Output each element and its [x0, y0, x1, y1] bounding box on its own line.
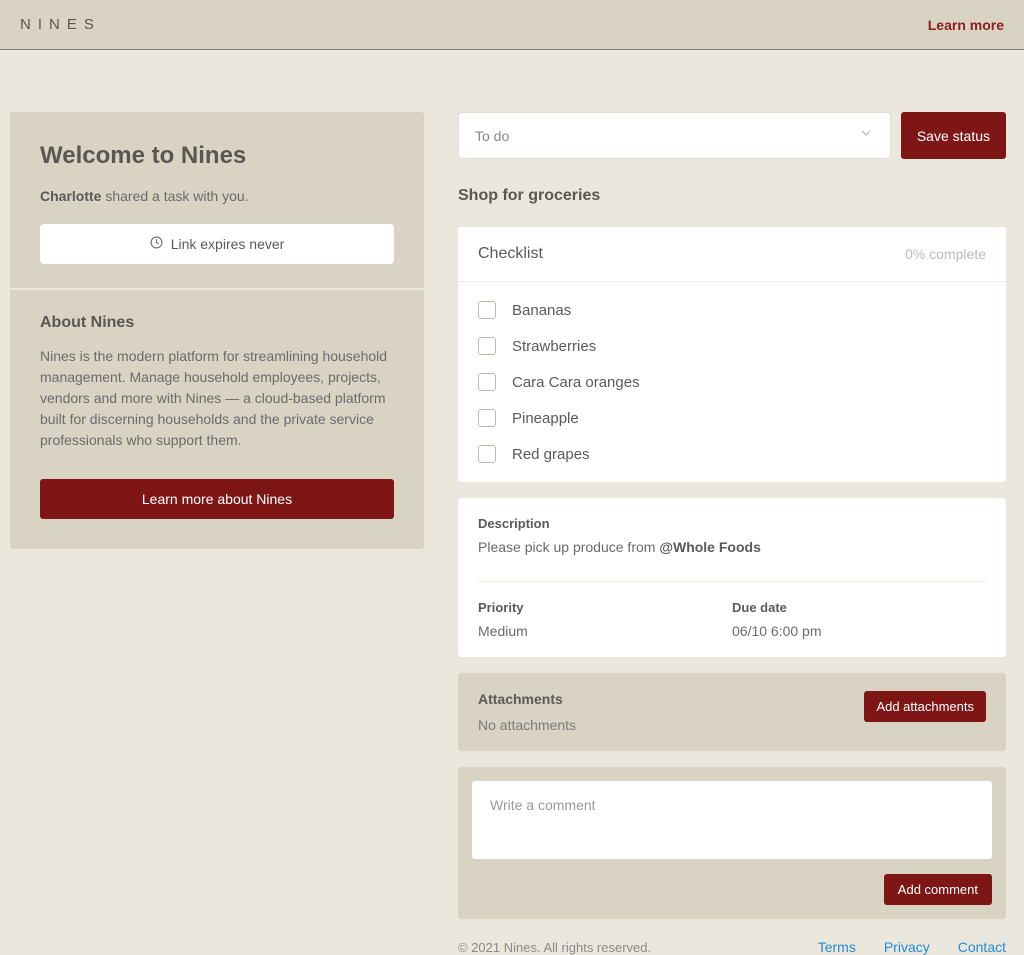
- status-select-value: To do: [475, 128, 509, 144]
- checkbox[interactable]: [478, 373, 496, 391]
- due-date-label: Due date: [732, 600, 986, 615]
- learn-more-link[interactable]: Learn more: [928, 17, 1004, 33]
- attachments-label: Attachments: [478, 691, 864, 707]
- checklist-progress: 0% complete: [905, 246, 986, 262]
- description-mention: @Whole Foods: [659, 539, 761, 555]
- attachments-empty-text: No attachments: [478, 717, 864, 733]
- checklist-item-label: Pineapple: [512, 410, 579, 427]
- add-attachments-button[interactable]: Add attachments: [864, 691, 986, 722]
- checklist-item: Pineapple: [458, 400, 1006, 436]
- checklist-item: Bananas: [458, 292, 1006, 328]
- task-title: Shop for groceries: [458, 187, 1006, 205]
- welcome-card: Welcome to Nines Charlotte shared a task…: [10, 112, 424, 288]
- save-status-button[interactable]: Save status: [901, 112, 1006, 159]
- status-select[interactable]: To do: [458, 112, 891, 159]
- chevron-down-icon: [858, 125, 874, 146]
- footer-copyright: © 2021 Nines. All rights reserved.: [458, 940, 651, 955]
- due-date-value: 06/10 6:00 pm: [732, 623, 986, 639]
- checklist-item-label: Red grapes: [512, 446, 590, 463]
- due-date-block: Due date 06/10 6:00 pm: [732, 600, 986, 639]
- comment-input[interactable]: [472, 781, 992, 859]
- app-header: NINES Learn more: [0, 0, 1024, 50]
- about-card: About Nines Nines is the modern platform…: [10, 290, 424, 549]
- footer-links: Terms Privacy Contact: [818, 939, 1006, 955]
- status-row: To do Save status: [458, 112, 1006, 159]
- logo: NINES: [20, 16, 101, 33]
- priority-value: Medium: [478, 623, 732, 639]
- checkbox[interactable]: [478, 301, 496, 319]
- link-expiry-pill: Link expires never: [40, 224, 394, 264]
- checklist-item-label: Bananas: [512, 302, 571, 319]
- description-prefix: Please pick up produce from: [478, 539, 659, 555]
- meta-row: Priority Medium Due date 06/10 6:00 pm: [478, 582, 986, 657]
- checklist-items: Bananas Strawberries Cara Cara oranges P…: [458, 282, 1006, 482]
- shared-by-name: Charlotte: [40, 188, 101, 204]
- comment-card: Add comment: [458, 767, 1006, 919]
- shared-by-suffix: shared a task with you.: [101, 188, 248, 204]
- footer-link-terms[interactable]: Terms: [818, 939, 856, 955]
- checkbox[interactable]: [478, 337, 496, 355]
- link-expiry-text: Link expires never: [171, 236, 285, 252]
- priority-block: Priority Medium: [478, 600, 732, 639]
- checklist-item: Strawberries: [458, 328, 1006, 364]
- checklist-item-label: Strawberries: [512, 338, 596, 355]
- footer: © 2021 Nines. All rights reserved. Terms…: [458, 919, 1006, 955]
- description-text: Please pick up produce from @Whole Foods: [478, 539, 986, 582]
- footer-link-privacy[interactable]: Privacy: [884, 939, 930, 955]
- checklist-header: Checklist 0% complete: [458, 227, 1006, 282]
- sidebar: Welcome to Nines Charlotte shared a task…: [10, 112, 424, 955]
- shared-by-text: Charlotte shared a task with you.: [40, 188, 394, 204]
- about-title: About Nines: [40, 314, 394, 332]
- priority-label: Priority: [478, 600, 732, 615]
- footer-link-contact[interactable]: Contact: [958, 939, 1006, 955]
- add-comment-button[interactable]: Add comment: [884, 874, 992, 905]
- checkbox[interactable]: [478, 445, 496, 463]
- attachments-card: Attachments No attachments Add attachmen…: [458, 673, 1006, 751]
- about-text: Nines is the modern platform for streaml…: [40, 346, 394, 451]
- checklist-card: Checklist 0% complete Bananas Strawberri…: [458, 227, 1006, 482]
- checklist-label: Checklist: [478, 245, 543, 263]
- checklist-item: Red grapes: [458, 436, 1006, 472]
- clock-icon: [150, 236, 163, 252]
- description-label: Description: [478, 516, 986, 531]
- checklist-item: Cara Cara oranges: [458, 364, 1006, 400]
- checkbox[interactable]: [478, 409, 496, 427]
- checklist-item-label: Cara Cara oranges: [512, 374, 640, 391]
- task-content: To do Save status Shop for groceries Che…: [458, 112, 1006, 955]
- description-card: Description Please pick up produce from …: [458, 498, 1006, 657]
- learn-more-about-button[interactable]: Learn more about Nines: [40, 479, 394, 519]
- welcome-title: Welcome to Nines: [40, 142, 394, 170]
